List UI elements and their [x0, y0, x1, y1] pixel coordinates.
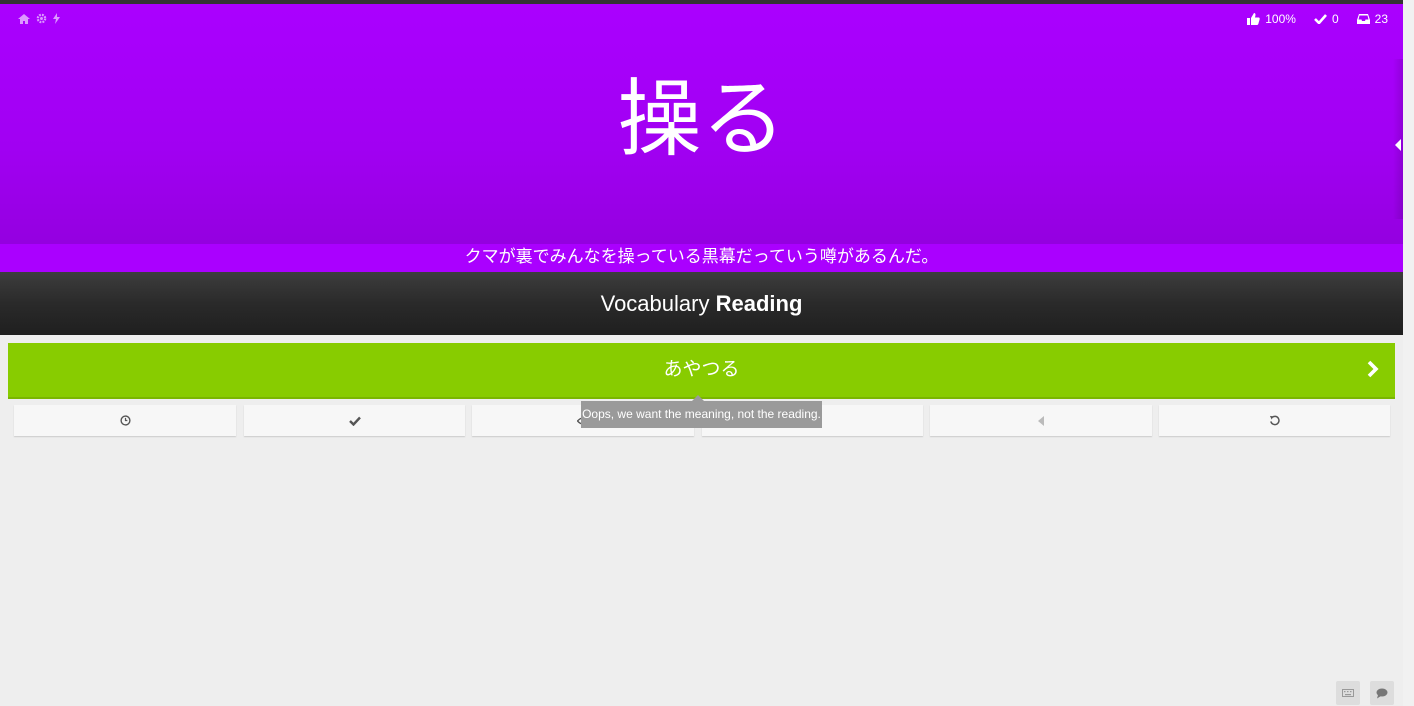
home-icon[interactable]: [18, 13, 30, 24]
undo-icon: [1269, 415, 1280, 426]
caret-left-icon: [1395, 139, 1401, 151]
audio-icon: [1038, 415, 1044, 426]
character-header: 100% 0 23 操る: [0, 4, 1403, 244]
error-tooltip: Oops, we want the meaning, not the readi…: [581, 395, 822, 428]
question-category-label: Reading: [715, 291, 803, 316]
keyboard-button[interactable]: [1336, 681, 1360, 705]
completed-stat: 0: [1314, 12, 1339, 26]
tooltip-text: Oops, we want the meaning, not the readi…: [582, 407, 821, 421]
side-panel-toggle[interactable]: [1393, 59, 1403, 219]
remaining-value: 23: [1374, 12, 1388, 26]
percent-value: 100%: [1265, 12, 1296, 26]
answer-input[interactable]: あやつる: [8, 343, 1395, 395]
settings-icon[interactable]: [36, 13, 47, 24]
chat-icon: [1376, 688, 1388, 698]
inbox-icon: [1356, 14, 1370, 24]
audio-button[interactable]: [930, 405, 1152, 436]
tooltip-caret: [692, 395, 704, 401]
question-type-label: Vocabulary: [600, 291, 710, 316]
answer-input-bar[interactable]: あやつる: [8, 343, 1395, 397]
check-icon: [348, 416, 361, 426]
scrollbar[interactable]: [1403, 0, 1414, 706]
remaining-stat: 23: [1356, 12, 1388, 26]
vocab-character: 操る: [617, 70, 786, 168]
context-sentence: クマが裏でみんなを操っている黒幕だっていう噂があるんだ。: [0, 244, 1403, 272]
last-items-button[interactable]: [14, 405, 236, 436]
keyboard-icon: [1342, 689, 1354, 697]
top-left-nav: [18, 13, 60, 24]
undo-button[interactable]: [1159, 405, 1390, 436]
completed-value: 0: [1331, 12, 1339, 26]
percent-stat: 100%: [1247, 12, 1296, 26]
thumbs-up-icon: [1247, 13, 1260, 25]
next-arrow-icon[interactable]: [1367, 360, 1379, 382]
stats-bar: 100% 0 23: [1247, 12, 1388, 26]
question-type: Vocabulary Reading: [0, 272, 1403, 335]
chat-button[interactable]: [1370, 681, 1394, 705]
clock-icon: [119, 415, 131, 426]
lightning-icon[interactable]: [53, 13, 60, 24]
mark-correct-button[interactable]: [244, 405, 465, 436]
check-icon: [1314, 14, 1327, 24]
